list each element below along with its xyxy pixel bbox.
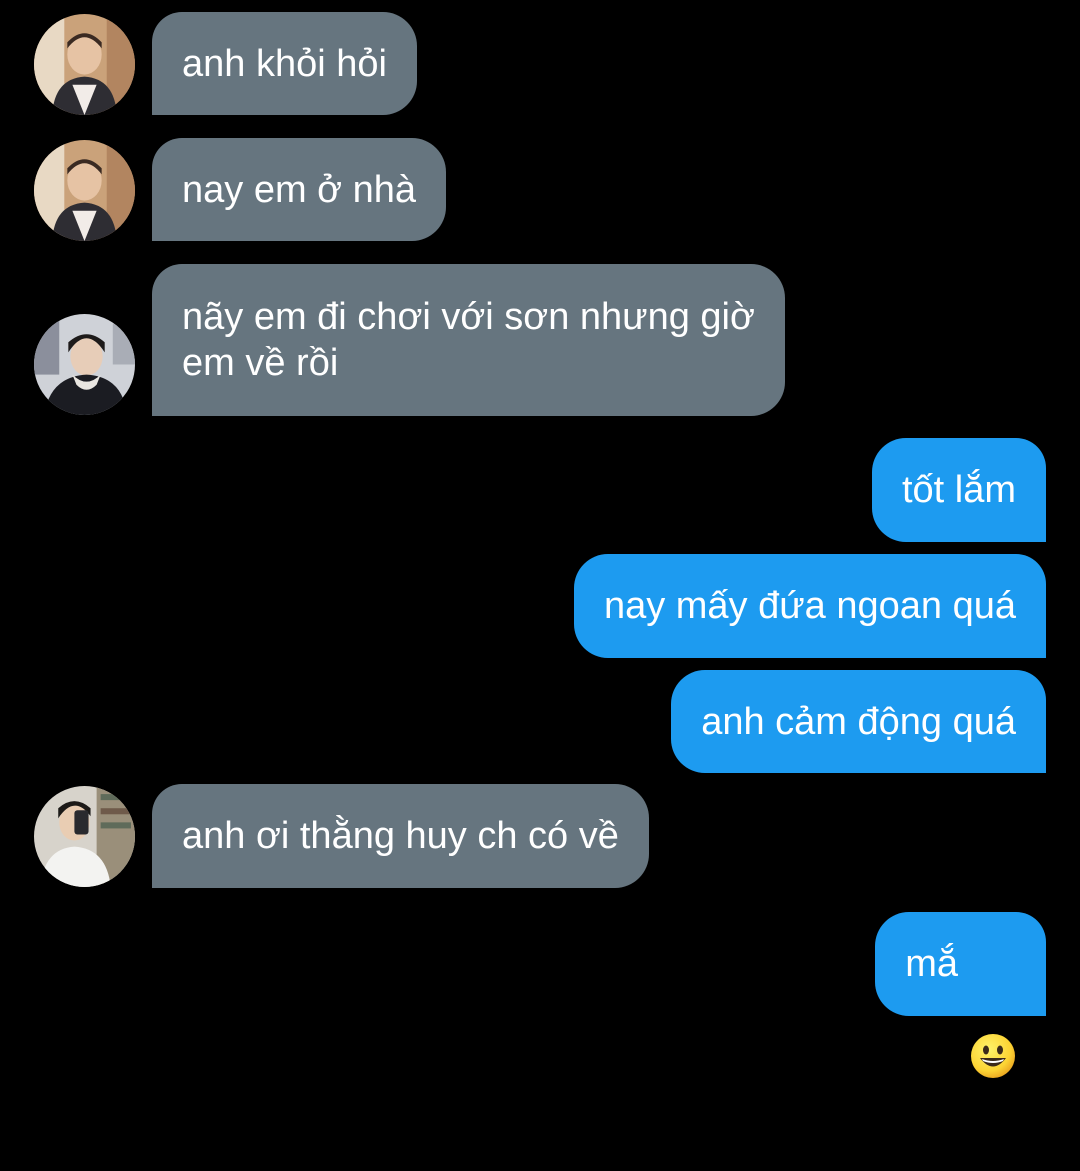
avatar-photo-2 — [34, 314, 135, 415]
avatar[interactable] — [34, 314, 135, 415]
message-text: mắ — [905, 943, 958, 985]
incoming-message-bubble[interactable]: nay em ở nhà — [152, 138, 447, 241]
incoming-message-bubble[interactable]: anh khỏi hỏi — [152, 12, 417, 115]
incoming-message-bubble[interactable]: anh ơi thằng huy ch có về — [152, 784, 649, 888]
grinning-face-emoji-icon — [970, 941, 1016, 1078]
outgoing-message-bubble[interactable]: anh cảm động quá — [671, 670, 1046, 773]
outgoing-message-bubble[interactable]: tốt lắm — [871, 438, 1046, 542]
avatar[interactable] — [34, 786, 135, 887]
outgoing-message-bubble[interactable]: nay mấy đứa ngoan quá — [573, 554, 1046, 658]
incoming-message-bubble[interactable]: nãy em đi chơi với sơn nhưng giờ em về r… — [152, 264, 785, 416]
avatar[interactable] — [34, 14, 135, 115]
avatar-photo-1 — [34, 140, 135, 241]
avatar-photo-3 — [34, 786, 135, 887]
avatar[interactable] — [34, 140, 135, 241]
avatar-photo-1 — [34, 14, 135, 115]
outgoing-message-bubble[interactable]: mắ — [875, 912, 1046, 1078]
